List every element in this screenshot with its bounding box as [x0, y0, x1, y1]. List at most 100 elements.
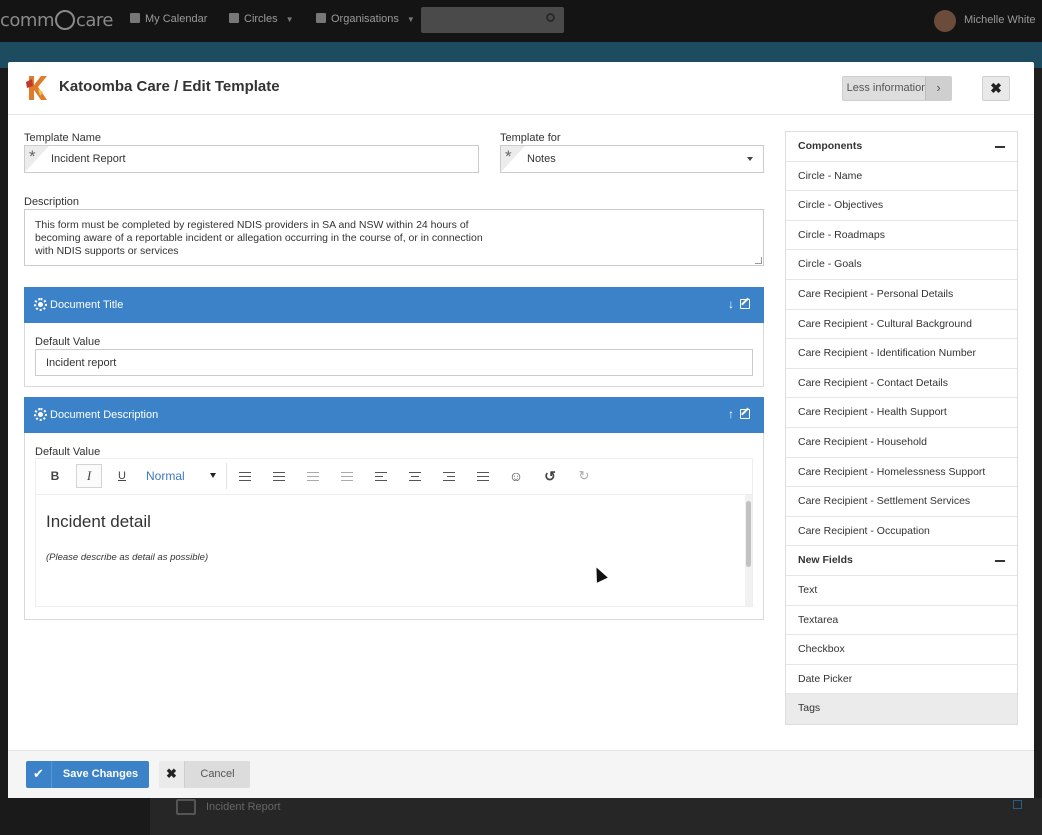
component-item[interactable]: Care Recipient - Cultural Background: [786, 310, 1017, 340]
template-name-label: Template Name: [24, 132, 102, 144]
indent-icon: [341, 472, 353, 482]
new-field-item[interactable]: Tags: [786, 694, 1017, 724]
modal-title: Katoomba Care / Edit Template: [59, 78, 280, 95]
component-item[interactable]: Care Recipient - Homelessness Support: [786, 458, 1017, 488]
edit-icon[interactable]: [740, 299, 750, 309]
align-left-button[interactable]: [368, 464, 394, 488]
description-text: This form must be completed by registere…: [35, 219, 483, 257]
move-up-icon[interactable]: ↑: [728, 407, 734, 421]
component-item[interactable]: Care Recipient - Personal Details: [786, 280, 1017, 310]
justify-icon: [477, 472, 489, 482]
people-icon: [229, 13, 239, 23]
app-logo[interactable]: comm care: [0, 10, 114, 31]
editor-scrollbar[interactable]: [745, 495, 752, 606]
calendar-icon: [130, 13, 140, 23]
numbered-list-icon: [273, 472, 285, 482]
template-name-input[interactable]: * Incident Report: [24, 145, 479, 173]
numbered-list-button[interactable]: [266, 464, 292, 488]
description-textarea[interactable]: This form must be completed by registere…: [24, 209, 764, 266]
rich-text-toolbar: B I U Normal ☺ ↺ ↻: [35, 458, 753, 494]
template-for-select[interactable]: * Notes: [500, 145, 764, 173]
user-avatar[interactable]: [934, 10, 956, 32]
editor-heading: Incident detail: [46, 512, 151, 531]
gear-icon: [34, 408, 47, 421]
component-item[interactable]: Circle - Name: [786, 162, 1017, 192]
component-item[interactable]: Care Recipient - Health Support: [786, 398, 1017, 428]
align-left-icon: [375, 472, 387, 482]
new-field-item[interactable]: Checkbox: [786, 635, 1017, 665]
behind-row-title: Incident Report: [206, 801, 281, 813]
indent-button[interactable]: [334, 464, 360, 488]
global-search-input[interactable]: [421, 7, 564, 33]
bold-button[interactable]: B: [42, 464, 68, 488]
document-title-header: Document Title ↓: [24, 287, 764, 323]
align-center-icon: [409, 472, 421, 482]
save-changes-button[interactable]: ✔ Save Changes: [26, 761, 149, 788]
component-item[interactable]: Care Recipient - Identification Number: [786, 339, 1017, 369]
nav-my-calendar[interactable]: My Calendar: [130, 13, 207, 25]
align-right-icon: [443, 472, 455, 482]
document-description-panel: Document Description ↑ Default Value B I…: [24, 397, 764, 620]
component-item[interactable]: Care Recipient - Occupation: [786, 517, 1017, 547]
resize-handle-icon[interactable]: [755, 257, 762, 264]
underline-button[interactable]: U: [109, 464, 135, 488]
nav-circles[interactable]: Circles ▼: [229, 13, 294, 25]
document-icon: [176, 799, 196, 815]
template-for-label: Template for: [500, 132, 561, 144]
less-information-button[interactable]: Less information ›: [842, 76, 952, 101]
component-item[interactable]: Circle - Objectives: [786, 191, 1017, 221]
bullet-list-button[interactable]: [232, 464, 258, 488]
katoomba-logo-icon: [26, 76, 47, 100]
outdent-button[interactable]: [300, 464, 326, 488]
document-title-panel: Document Title ↓ Default Value Incident …: [24, 287, 764, 387]
modal-footer: ✔ Save Changes ✖ Cancel: [8, 750, 1034, 798]
edit-icon: [1013, 800, 1022, 809]
edit-icon[interactable]: [740, 409, 750, 419]
undo-button[interactable]: ↺: [537, 464, 563, 488]
user-name[interactable]: Michelle White: [964, 14, 1036, 26]
italic-button[interactable]: I: [76, 464, 102, 488]
text-format-select[interactable]: Normal: [142, 464, 224, 488]
cancel-button[interactable]: ✖ Cancel: [159, 761, 250, 788]
close-icon: ✖: [159, 761, 185, 788]
components-header[interactable]: Components: [786, 132, 1017, 162]
dropdown-caret-icon: [747, 157, 753, 161]
required-asterisk-icon: *: [25, 146, 49, 172]
new-fields-header[interactable]: New Fields: [786, 546, 1017, 576]
required-asterisk-icon: *: [501, 146, 525, 172]
justify-button[interactable]: [470, 464, 496, 488]
nav-organisations[interactable]: Organisations ▼: [316, 13, 415, 25]
editor-paragraph: (Please describe as detail as possible): [46, 552, 209, 563]
align-center-button[interactable]: [402, 464, 428, 488]
outdent-icon: [307, 472, 319, 482]
document-description-heading: Document Description: [50, 409, 159, 421]
default-value-label: Default Value: [35, 446, 101, 458]
document-title-default-input[interactable]: Incident report: [35, 349, 753, 376]
new-field-item[interactable]: Text: [786, 576, 1017, 606]
component-item[interactable]: Circle - Goals: [786, 250, 1017, 280]
close-button[interactable]: ✖: [982, 76, 1010, 101]
document-title-heading: Document Title: [50, 299, 124, 311]
component-item[interactable]: Circle - Roadmaps: [786, 221, 1017, 251]
rich-text-editor[interactable]: Incident detail (Please describe as deta…: [35, 494, 753, 607]
align-right-button[interactable]: [436, 464, 462, 488]
modal-header: Katoomba Care / Edit Template Less infor…: [8, 62, 1034, 115]
component-item[interactable]: Care Recipient - Settlement Services: [786, 487, 1017, 517]
move-down-icon[interactable]: ↓: [728, 297, 734, 311]
document-description-header: Document Description ↑: [24, 397, 764, 433]
new-field-item[interactable]: Date Picker: [786, 665, 1017, 695]
emoji-button[interactable]: ☺: [503, 464, 529, 488]
collapse-minus-icon[interactable]: [995, 146, 1005, 148]
collapse-minus-icon[interactable]: [995, 560, 1005, 563]
behind-template-row: Incident Report: [150, 798, 1042, 835]
new-field-item[interactable]: Textarea: [786, 606, 1017, 636]
edit-template-modal: Katoomba Care / Edit Template Less infor…: [8, 62, 1034, 798]
components-sidebar: Components Circle - Name Circle - Object…: [785, 131, 1018, 725]
search-icon: [546, 13, 555, 22]
redo-button[interactable]: ↻: [571, 464, 597, 488]
description-label: Description: [24, 196, 80, 208]
component-item[interactable]: Care Recipient - Contact Details: [786, 369, 1017, 399]
bullet-list-icon: [239, 472, 251, 482]
app-topbar: comm care My Calendar Circles ▼ Organisati…: [0, 0, 1042, 42]
component-item[interactable]: Care Recipient - Household: [786, 428, 1017, 458]
